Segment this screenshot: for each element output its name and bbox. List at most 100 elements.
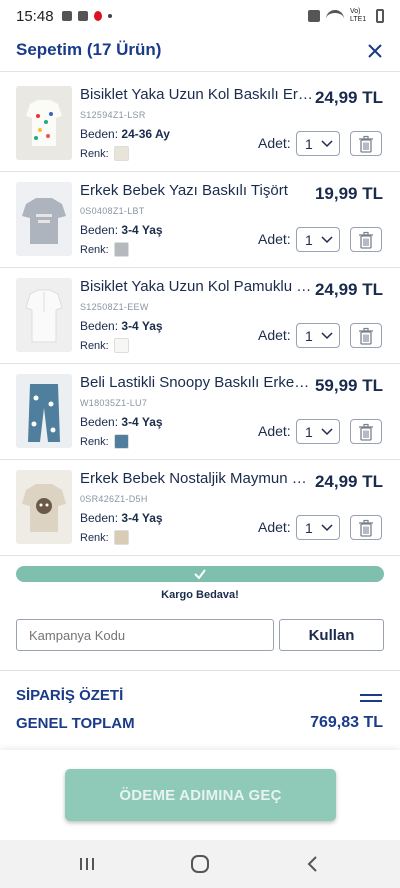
- trash-icon: [359, 135, 373, 153]
- product-image[interactable]: [16, 86, 72, 160]
- size-label: Beden:: [80, 511, 119, 525]
- quantity-value: 1: [305, 423, 313, 440]
- menu-lines-icon[interactable]: [360, 693, 382, 703]
- quantity-label: Adet:: [258, 423, 291, 439]
- size-label: Beden:: [80, 127, 119, 141]
- chevron-down-icon: [321, 524, 333, 532]
- apply-coupon-button[interactable]: Kullan: [279, 619, 384, 651]
- delete-item-button[interactable]: [350, 323, 382, 348]
- product-sku: 0S0408Z1-LBT: [80, 206, 145, 216]
- delete-item-button[interactable]: [350, 515, 382, 540]
- color-swatch: [113, 530, 129, 545]
- product-size: Beden: 24-36 Ay: [80, 127, 170, 141]
- product-color: Renk:: [80, 338, 129, 353]
- size-label: Beden:: [80, 415, 119, 429]
- quantity-select[interactable]: 1: [296, 131, 340, 156]
- size-label: Beden:: [80, 319, 119, 333]
- product-sku: W18035Z1-LU7: [80, 398, 148, 408]
- color-swatch: [113, 146, 129, 161]
- product-size: Beden: 3-4 Yaş: [80, 319, 163, 333]
- cart-header: Sepetim (17 Ürün): [0, 32, 400, 72]
- cart-item: Beli Lastikli Snoopy Baskılı Erkek Bebek…: [0, 364, 400, 460]
- close-icon[interactable]: [366, 40, 384, 60]
- system-icons: Vo) LTE1: [308, 8, 384, 24]
- size-label: Beden:: [80, 223, 119, 237]
- product-color: Renk:: [80, 434, 129, 449]
- mute-icon: [308, 10, 320, 22]
- product-image[interactable]: [16, 470, 72, 544]
- checkout-button[interactable]: ÖDEME ADIMINA GEÇ: [65, 769, 336, 821]
- size-value: 3-4 Yaş: [121, 415, 163, 429]
- system-navigation-bar: [0, 840, 400, 888]
- coupon-code-input[interactable]: [16, 619, 274, 651]
- product-image[interactable]: [16, 182, 72, 256]
- package-icon: [77, 11, 88, 21]
- size-value: 3-4 Yaş: [121, 319, 163, 333]
- trash-icon: [359, 327, 373, 345]
- product-image[interactable]: [16, 374, 72, 448]
- size-value: 24-36 Ay: [121, 127, 170, 141]
- color-label: Renk:: [80, 531, 109, 544]
- product-size: Beden: 3-4 Yaş: [80, 415, 163, 429]
- notification-icons: [61, 11, 112, 21]
- shipping-progress-bar: [16, 566, 384, 582]
- product-name[interactable]: Erkek Bebek Yazı Baskılı Tişört: [80, 182, 314, 199]
- product-size: Beden: 3-4 Yaş: [80, 511, 163, 525]
- product-name[interactable]: Erkek Bebek Nostaljik Maymun Baskılı Swe…: [80, 470, 314, 487]
- quantity-select[interactable]: 1: [296, 515, 340, 540]
- quantity-value: 1: [305, 327, 313, 344]
- color-label: Renk:: [80, 243, 109, 256]
- product-color: Renk:: [80, 242, 129, 257]
- trash-icon: [359, 231, 373, 249]
- back-button[interactable]: [293, 849, 333, 879]
- recent-apps-icon: [79, 858, 94, 870]
- chevron-down-icon: [321, 236, 333, 244]
- free-shipping-text: Kargo Bedava!: [161, 589, 239, 601]
- cart-item: Bisiklet Yaka Uzun Kol Baskılı Erkek Beb…: [0, 76, 400, 172]
- product-price: 24,99 TL: [314, 472, 383, 491]
- delete-item-button[interactable]: [350, 131, 382, 156]
- quantity-select[interactable]: 1: [296, 227, 340, 252]
- status-time: 15:48: [16, 7, 54, 25]
- product-name[interactable]: Beli Lastikli Snoopy Baskılı Erkek Bebek…: [80, 374, 314, 391]
- quantity-label: Adet:: [258, 519, 291, 535]
- product-price: 24,99 TL: [314, 280, 383, 299]
- recent-apps-button[interactable]: [67, 849, 107, 879]
- delete-item-button[interactable]: [350, 419, 382, 444]
- quantity-label: Adet:: [258, 231, 291, 247]
- order-summary-title[interactable]: SİPARİŞ ÖZETİ: [16, 687, 123, 704]
- status-bar: 15:48 Vo) LTE1: [0, 0, 400, 32]
- delete-item-button[interactable]: [350, 227, 382, 252]
- home-icon: [190, 855, 209, 873]
- color-label: Renk:: [80, 435, 109, 448]
- gallery-icon: [61, 11, 72, 21]
- quantity-select[interactable]: 1: [296, 419, 340, 444]
- quantity-value: 1: [305, 519, 313, 536]
- grand-total-label: GENEL TOPLAM: [16, 715, 135, 732]
- wifi-icon: [326, 10, 344, 22]
- network-label: Vo) LTE1: [350, 8, 367, 23]
- color-label: Renk:: [80, 147, 109, 160]
- product-price: 24,99 TL: [314, 88, 383, 107]
- home-button[interactable]: [180, 849, 220, 879]
- color-swatch: [113, 434, 129, 449]
- cart-item: Bisiklet Yaka Uzun Kol Pamuklu Erkek Beb…: [0, 268, 400, 364]
- size-value: 3-4 Yaş: [121, 223, 163, 237]
- product-color: Renk:: [80, 530, 129, 545]
- product-sku: 0SR426Z1-D5H: [80, 494, 148, 504]
- quantity-select[interactable]: 1: [296, 323, 340, 348]
- more-notifications-icon: [107, 14, 112, 18]
- product-sku: S12508Z1-EEW: [80, 302, 149, 312]
- color-swatch: [113, 338, 129, 353]
- product-name[interactable]: Bisiklet Yaka Uzun Kol Baskılı Erkek Beb…: [80, 86, 314, 103]
- quantity-label: Adet:: [258, 135, 291, 151]
- product-sku: S12594Z1-LSR: [80, 110, 146, 120]
- color-swatch: [113, 242, 129, 257]
- product-image[interactable]: [16, 278, 72, 352]
- quantity-label: Adet:: [258, 327, 291, 343]
- product-name[interactable]: Bisiklet Yaka Uzun Kol Pamuklu Erkek Beb…: [80, 278, 314, 295]
- cart-item: Erkek Bebek Nostaljik Maymun Baskılı Swe…: [0, 460, 400, 556]
- quantity-value: 1: [305, 135, 313, 152]
- product-size: Beden: 3-4 Yaş: [80, 223, 163, 237]
- trash-icon: [359, 519, 373, 537]
